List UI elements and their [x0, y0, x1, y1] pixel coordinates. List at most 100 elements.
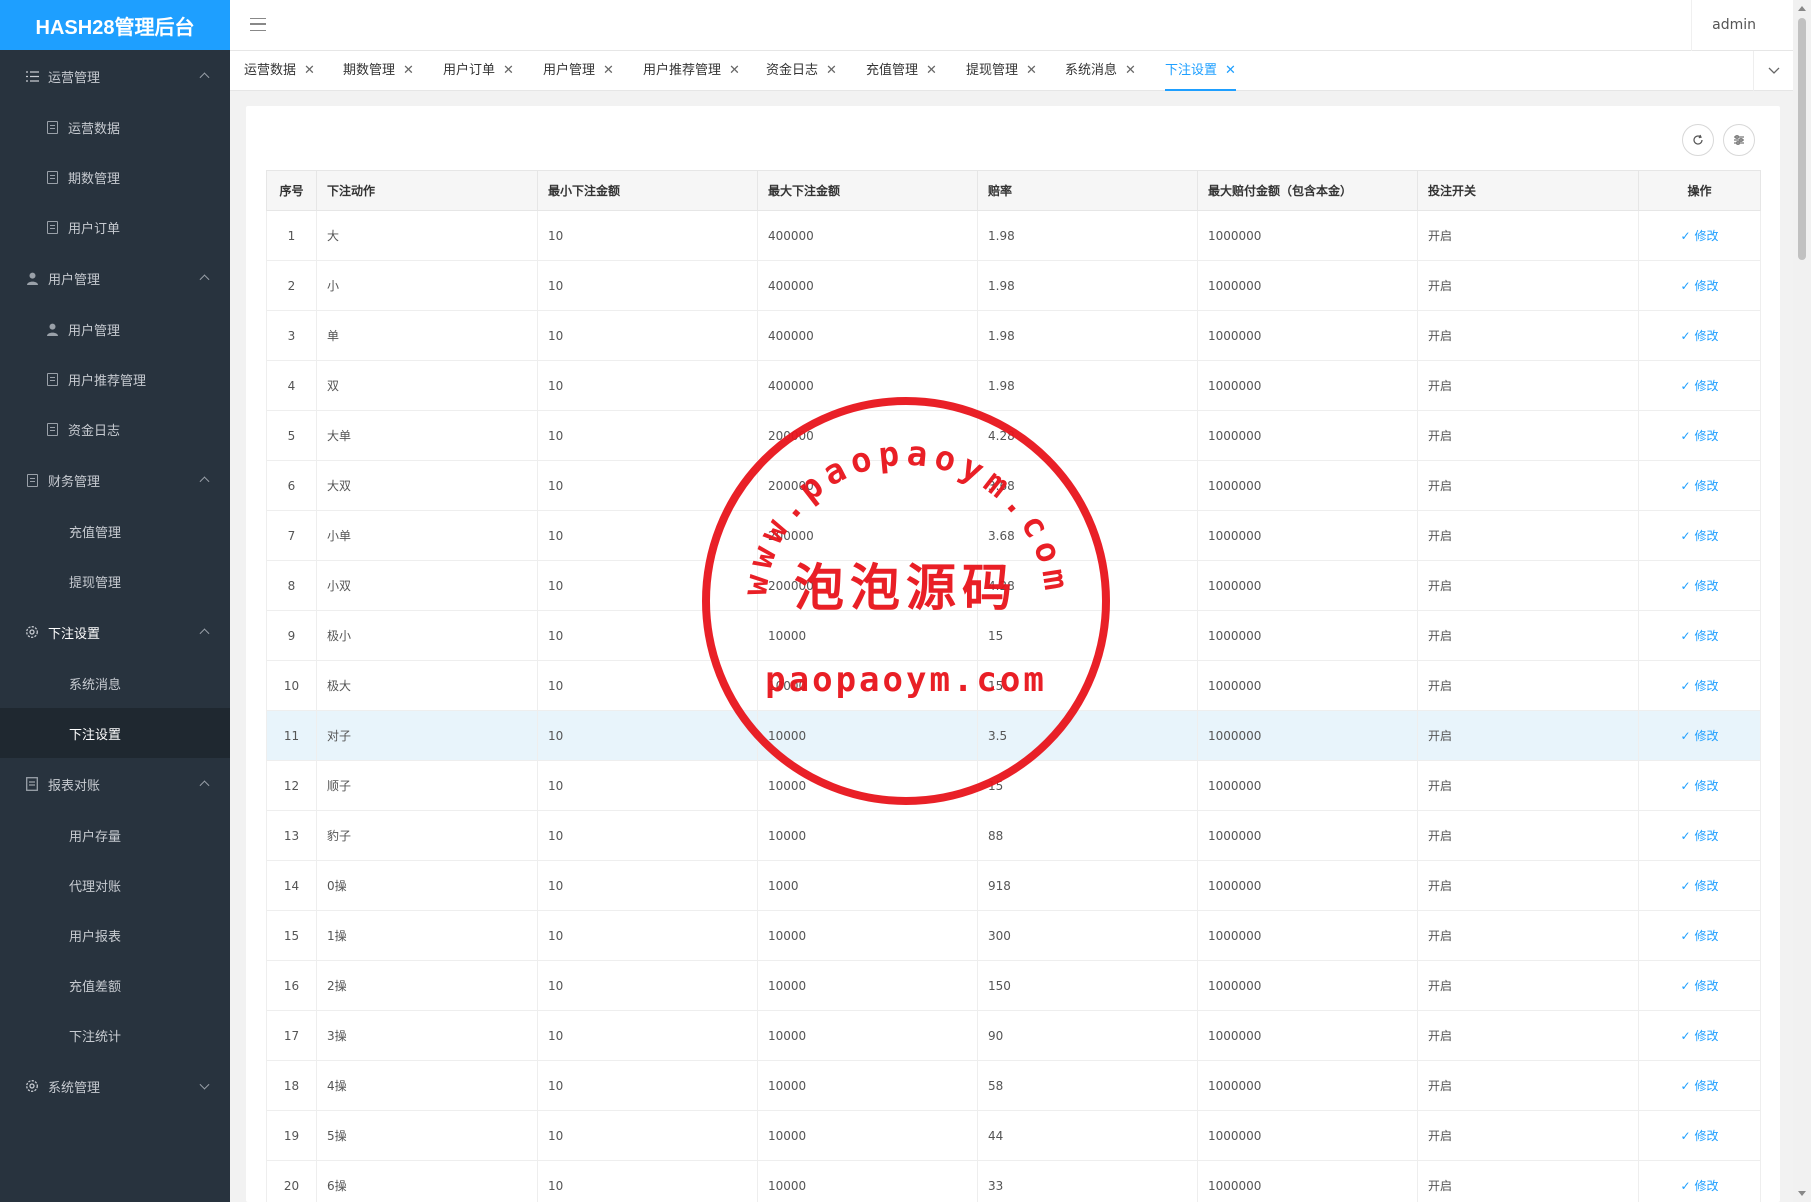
sidebar-group-header[interactable]: 用户管理 [0, 252, 230, 304]
doc-icon [44, 421, 60, 437]
cell-max-payout: 1000000 [1197, 660, 1418, 711]
tab-close-icon[interactable]: ✕ [729, 63, 740, 78]
cell-index: 19 [266, 1110, 317, 1161]
tab-close-icon[interactable]: ✕ [603, 63, 614, 78]
edit-button[interactable]: ✓ 修改 [1680, 229, 1718, 243]
edit-button[interactable]: ✓ 修改 [1680, 1029, 1718, 1043]
edit-button[interactable]: ✓ 修改 [1680, 579, 1718, 593]
filter-columns-button[interactable] [1723, 124, 1755, 156]
cell-action: 大双 [316, 460, 538, 511]
page-scrollbar[interactable] [1793, 0, 1811, 1202]
refresh-button[interactable] [1682, 124, 1714, 156]
tab[interactable]: 用户管理 ✕ [543, 51, 614, 91]
edit-button[interactable]: ✓ 修改 [1680, 279, 1718, 293]
edit-button[interactable]: ✓ 修改 [1680, 829, 1718, 843]
cell-index: 18 [266, 1060, 317, 1111]
sidebar-item[interactable]: 代理对账 [0, 860, 230, 910]
sidebar-item[interactable]: 运营数据 [0, 102, 230, 152]
cell-index: 6 [266, 460, 317, 511]
sidebar-item[interactable]: 下注设置 [0, 708, 230, 758]
tab-close-icon[interactable]: ✕ [826, 63, 837, 78]
cell-action: 小单 [316, 510, 538, 561]
cell-odds: 90 [977, 1010, 1198, 1061]
tab-close-icon[interactable]: ✕ [1125, 63, 1136, 78]
scroll-up-arrow-icon[interactable] [1798, 6, 1806, 11]
cell-max-payout: 1000000 [1197, 910, 1418, 961]
tab-close-icon[interactable]: ✕ [1225, 63, 1236, 78]
edit-label: 修改 [1694, 1029, 1719, 1043]
sidebar-item[interactable]: 用户管理 [0, 304, 230, 354]
tab[interactable]: 运营数据 ✕ [244, 51, 315, 91]
sidebar-item-label: 期数管理 [68, 171, 121, 187]
sidebar-menu: 运营管理 运营数据 期数管理 用户订单 用户管理 用户管理 用户推荐管理 资金日志 财务管理 充值… [0, 50, 230, 1112]
edit-button[interactable]: ✓ 修改 [1680, 929, 1718, 943]
edit-button[interactable]: ✓ 修改 [1680, 1129, 1718, 1143]
tab[interactable]: 期数管理 ✕ [343, 51, 414, 91]
edit-button[interactable]: ✓ 修改 [1680, 479, 1718, 493]
cell-index: 17 [266, 1010, 317, 1061]
edit-button[interactable]: ✓ 修改 [1680, 979, 1718, 993]
sidebar-group-header[interactable]: 系统管理 [0, 1060, 230, 1112]
edit-button[interactable]: ✓ 修改 [1680, 429, 1718, 443]
cell-odds: 300 [977, 910, 1198, 961]
sidebar-item[interactable]: 充值差额 [0, 960, 230, 1010]
sidebar-item-label: 用户存量 [69, 829, 122, 845]
tab-close-icon[interactable]: ✕ [1026, 63, 1037, 78]
edit-button[interactable]: ✓ 修改 [1680, 529, 1718, 543]
tab[interactable]: 下注设置 ✕ [1165, 51, 1236, 91]
tab-close-icon[interactable]: ✕ [304, 63, 315, 78]
edit-button[interactable]: ✓ 修改 [1680, 329, 1718, 343]
sidebar-item[interactable]: 用户订单 [0, 202, 230, 252]
cell-min-bet: 10 [537, 410, 758, 461]
tab-more-chevron-icon[interactable] [1753, 51, 1793, 91]
edit-button[interactable]: ✓ 修改 [1680, 679, 1718, 693]
menu-toggle-icon[interactable] [250, 18, 266, 31]
sidebar-item[interactable]: 系统消息 [0, 658, 230, 708]
sidebar-group-header[interactable]: 财务管理 [0, 454, 230, 506]
sidebar-group-header[interactable]: 下注设置 [0, 606, 230, 658]
tab-close-icon[interactable]: ✕ [926, 63, 937, 78]
table-row: 4 双 10 400000 1.98 1000000 开启 ✓ 修改 [266, 360, 1761, 411]
sidebar-group-3: 下注设置 系统消息 下注设置 [0, 606, 230, 758]
sidebar-item[interactable]: 提现管理 [0, 556, 230, 606]
edit-button[interactable]: ✓ 修改 [1680, 1079, 1718, 1093]
edit-button[interactable]: ✓ 修改 [1680, 629, 1718, 643]
user-menu[interactable]: admin [1691, 0, 1776, 51]
app-logo[interactable]: HASH28管理后台 [0, 0, 230, 50]
tab[interactable]: 充值管理 ✕ [866, 51, 937, 91]
edit-button[interactable]: ✓ 修改 [1680, 1179, 1718, 1193]
sidebar-item[interactable]: 用户报表 [0, 910, 230, 960]
cell-min-bet: 10 [537, 310, 758, 361]
sidebar-item-label: 用户推荐管理 [68, 373, 147, 389]
sidebar-item[interactable]: 用户推荐管理 [0, 354, 230, 404]
edit-button[interactable]: ✓ 修改 [1680, 729, 1718, 743]
tab[interactable]: 用户推荐管理 ✕ [643, 51, 740, 91]
sidebar-item-label: 下注统计 [69, 1029, 122, 1045]
sidebar-item[interactable]: 期数管理 [0, 152, 230, 202]
edit-button[interactable]: ✓ 修改 [1680, 779, 1718, 793]
scroll-down-arrow-icon[interactable] [1798, 1191, 1806, 1196]
sidebar-item[interactable]: 下注统计 [0, 1010, 230, 1060]
cell-odds: 1.98 [977, 360, 1198, 411]
cell-max-payout: 1000000 [1197, 960, 1418, 1011]
sidebar-item[interactable]: 用户存量 [0, 810, 230, 860]
scroll-thumb[interactable] [1798, 18, 1806, 260]
edit-button[interactable]: ✓ 修改 [1680, 879, 1718, 893]
edit-button[interactable]: ✓ 修改 [1680, 379, 1718, 393]
tab-close-icon[interactable]: ✕ [503, 63, 514, 78]
tab[interactable]: 提现管理 ✕ [966, 51, 1037, 91]
sidebar-group-header[interactable]: 运营管理 [0, 50, 230, 102]
sidebar-group-header[interactable]: 报表对账 [0, 758, 230, 810]
cell-index: 4 [266, 360, 317, 411]
tab[interactable]: 用户订单 ✕ [443, 51, 514, 91]
sidebar-item[interactable]: 充值管理 [0, 506, 230, 556]
chevron-up-icon [199, 628, 210, 639]
sidebar-item[interactable]: 资金日志 [0, 404, 230, 454]
col-header-switch: 投注开关 [1417, 170, 1639, 211]
tab[interactable]: 系统消息 ✕ [1065, 51, 1136, 91]
tab-close-icon[interactable]: ✕ [403, 63, 414, 78]
cell-min-bet: 10 [537, 1010, 758, 1061]
cell-max-bet: 10000 [757, 1060, 978, 1111]
cell-switch: 开启 [1417, 560, 1639, 611]
tab[interactable]: 资金日志 ✕ [766, 51, 837, 91]
